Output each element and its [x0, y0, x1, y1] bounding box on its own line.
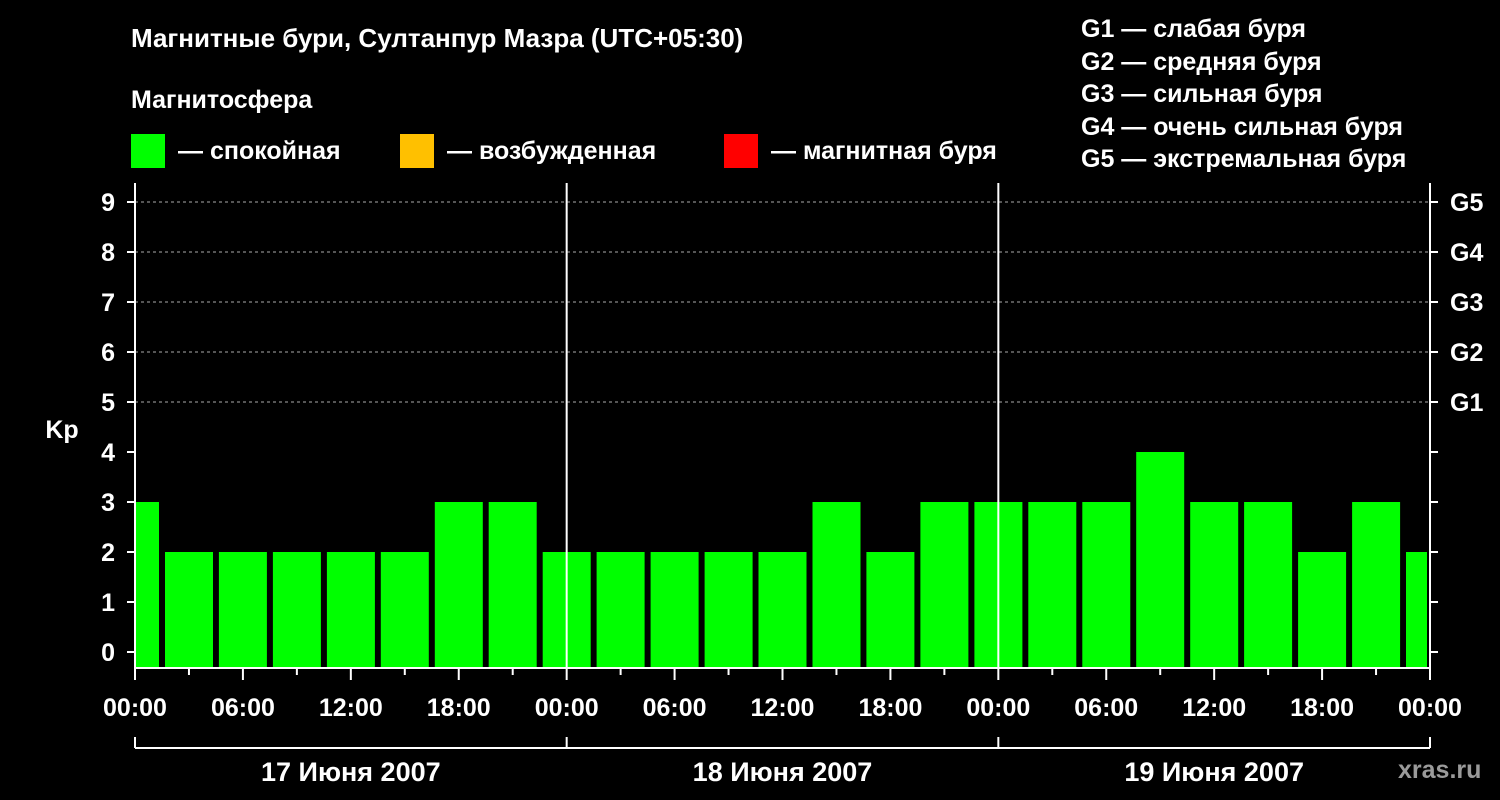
day-label: 17 Июня 2007: [261, 757, 441, 787]
kp-bar: [434, 502, 483, 668]
kp-bar: [488, 502, 537, 668]
x-tick-label: 18:00: [858, 694, 922, 722]
day-label: 18 Июня 2007: [693, 757, 873, 787]
kp-bar: [812, 502, 861, 668]
day-label: 19 Июня 2007: [1124, 757, 1304, 787]
y-tick-label: 7: [101, 289, 115, 317]
x-tick-label: 06:00: [1074, 694, 1138, 722]
x-tick-label: 06:00: [643, 694, 707, 722]
y-tick-label: 8: [101, 239, 115, 267]
y-tick-label: 2: [101, 539, 115, 567]
x-tick-label: 12:00: [751, 694, 815, 722]
x-tick-label: 12:00: [319, 694, 383, 722]
kp-bar: [326, 552, 375, 668]
kp-bar: [1244, 502, 1293, 668]
kp-bar: [1352, 502, 1401, 668]
x-tick-label: 18:00: [1290, 694, 1354, 722]
x-tick-label: 00:00: [103, 694, 167, 722]
kp-bar: [596, 552, 645, 668]
g-level-label: G2: [1450, 339, 1483, 367]
y-tick-label: 9: [101, 189, 115, 217]
g-level-label: G4: [1450, 239, 1483, 267]
kp-bar: [1190, 502, 1239, 668]
y-axis-title: Kp: [45, 416, 78, 444]
y-tick-label: 5: [101, 389, 115, 417]
x-tick-label: 18:00: [427, 694, 491, 722]
kp-bar: [1136, 452, 1185, 668]
kp-bar: [218, 552, 267, 668]
g-level-label: G5: [1450, 189, 1483, 217]
g-level-label: G3: [1450, 289, 1483, 317]
kp-bar: [272, 552, 321, 668]
x-tick-label: 12:00: [1182, 694, 1246, 722]
kp-bar: [650, 552, 699, 668]
y-tick-label: 4: [101, 439, 115, 467]
x-tick-label: 00:00: [966, 694, 1030, 722]
kp-bar: [758, 552, 807, 668]
kp-bar: [920, 502, 969, 668]
kp-bar: [165, 552, 213, 668]
x-tick-label: 00:00: [1398, 694, 1462, 722]
kp-bar: [866, 552, 915, 668]
x-tick-label: 00:00: [535, 694, 599, 722]
kp-bar: [1028, 502, 1077, 668]
y-tick-label: 1: [101, 589, 115, 617]
kp-bar: [1082, 502, 1131, 668]
kp-bar: [704, 552, 753, 668]
y-tick-label: 6: [101, 339, 115, 367]
kp-bar: [135, 502, 159, 668]
x-tick-label: 06:00: [211, 694, 275, 722]
kp-bar: [1406, 552, 1427, 668]
y-tick-label: 0: [101, 639, 115, 667]
watermark: xras.ru: [1398, 756, 1482, 784]
kp-chart: 0 1 2 3 4 5 6 7 8 9 G1 G2 G3 G4 G5 Kp 00:00 06:00 12:00 18:…: [45, 183, 1483, 787]
kp-bar: [380, 552, 429, 668]
kp-bar: [1298, 552, 1347, 668]
g-level-label: G1: [1450, 389, 1483, 417]
y-tick-label: 3: [101, 489, 115, 517]
